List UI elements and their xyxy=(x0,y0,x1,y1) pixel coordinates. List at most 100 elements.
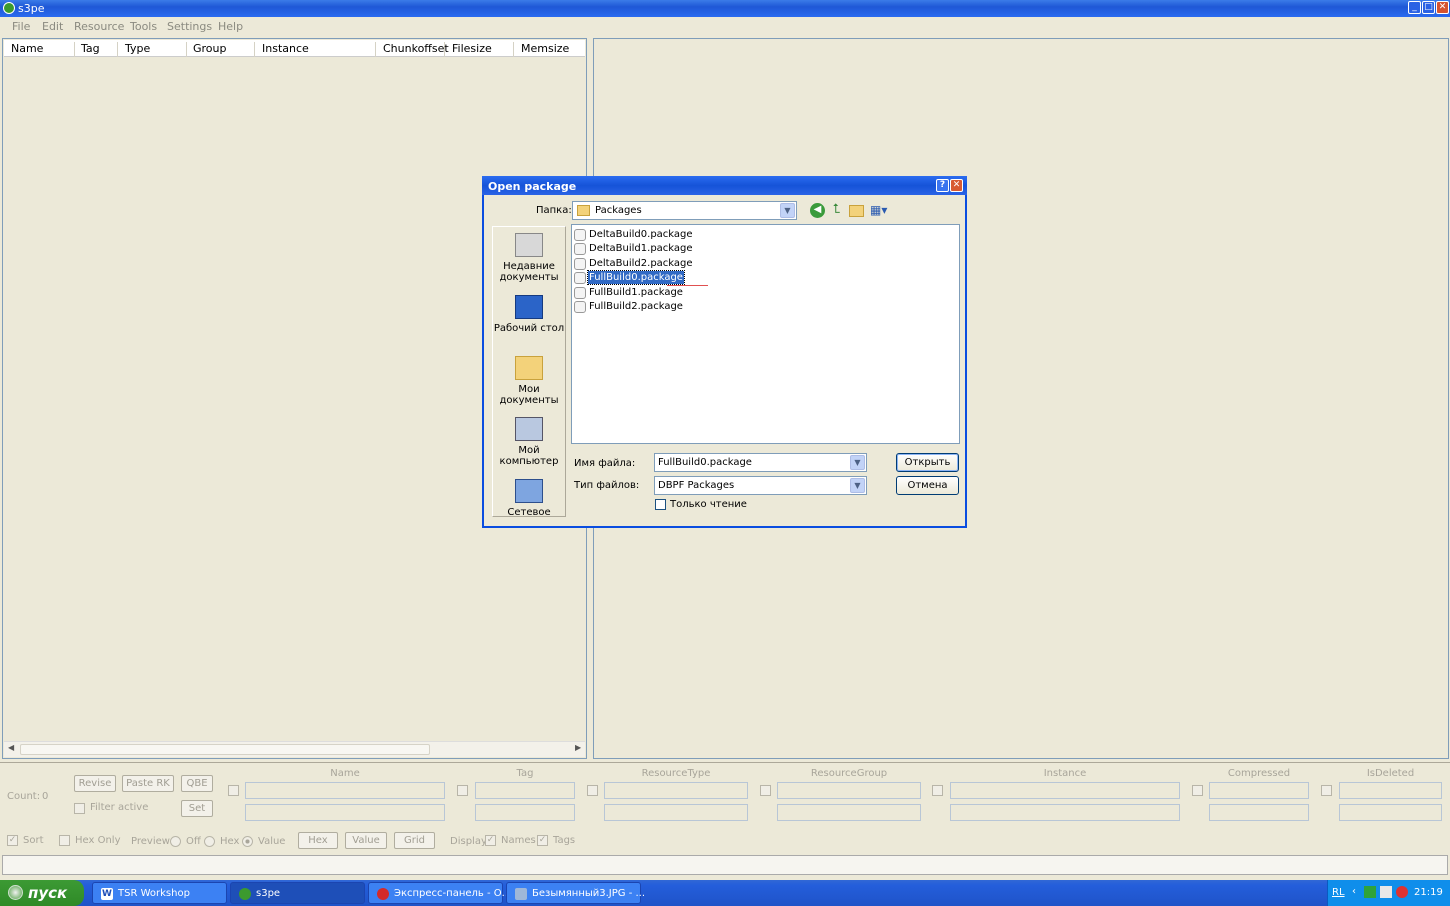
filter-group-checkbox[interactable] xyxy=(760,785,771,796)
col-chunkoffset[interactable]: Chunkoffset xyxy=(383,42,449,57)
col-group[interactable]: Group xyxy=(193,42,255,57)
filter-name-checkbox[interactable] xyxy=(228,785,239,796)
place-network-label: Сетевое xyxy=(507,507,551,518)
filter-group-mask[interactable] xyxy=(777,804,921,821)
filter-name-value[interactable] xyxy=(245,782,445,799)
chevron-down-icon[interactable]: ▼ xyxy=(850,478,865,493)
menu-file[interactable]: File xyxy=(12,20,30,33)
col-memsize[interactable]: Memsize xyxy=(521,42,583,57)
scroll-left-icon[interactable]: ◀ xyxy=(8,743,14,752)
cancel-button[interactable]: Отмена xyxy=(896,476,959,495)
tray-network-icon[interactable] xyxy=(1380,886,1392,898)
task-image-viewer[interactable]: Безымянный3.JPG - ... xyxy=(506,882,645,904)
place-desktop[interactable]: Рабочий стол xyxy=(493,295,565,334)
language-indicator[interactable]: RL xyxy=(1332,887,1345,898)
filter-isdeleted-mask[interactable] xyxy=(1339,804,1442,821)
filter-instance-mask[interactable] xyxy=(950,804,1180,821)
dialog-title-bar: Open package ? ✕ xyxy=(482,176,967,195)
chevron-down-icon[interactable]: ▼ xyxy=(850,455,865,470)
scroll-right-icon[interactable]: ▶ xyxy=(575,743,581,752)
minimize-button[interactable]: _ xyxy=(1408,1,1421,14)
tags-checkbox[interactable]: ✓ xyxy=(537,835,548,846)
tray-expand-icon[interactable]: ‹ xyxy=(1352,886,1356,897)
col-instance[interactable]: Instance xyxy=(262,42,376,57)
filter-active-label: Filter active xyxy=(90,802,149,813)
hex-button[interactable]: Hex xyxy=(298,832,338,849)
place-recent[interactable]: Недавние документы xyxy=(493,233,565,283)
filter-compressed-value[interactable] xyxy=(1209,782,1309,799)
menu-help[interactable]: Help xyxy=(218,20,243,33)
preview-off-radio[interactable] xyxy=(170,836,181,847)
filter-active-checkbox[interactable] xyxy=(74,803,85,814)
col-name[interactable]: Name xyxy=(11,42,75,57)
col-type[interactable]: Type xyxy=(125,42,187,57)
preview-hex-label: Hex xyxy=(220,836,240,847)
set-button[interactable]: Set xyxy=(181,800,213,817)
close-button[interactable]: ✕ xyxy=(1436,1,1449,14)
menu-tools[interactable]: Tools xyxy=(130,20,157,33)
status-progress-bar xyxy=(2,855,1448,875)
place-my-documents[interactable]: Мои документы xyxy=(493,356,565,406)
filter-instance-checkbox[interactable] xyxy=(932,785,943,796)
filename-input[interactable]: FullBuild0.package ▼ xyxy=(654,453,867,472)
hex-only-checkbox[interactable] xyxy=(59,835,70,846)
filter-type-mask[interactable] xyxy=(604,804,748,821)
sort-checkbox[interactable]: ✓ xyxy=(7,835,18,846)
maximize-button[interactable]: □ xyxy=(1422,1,1435,14)
filter-tag-checkbox[interactable] xyxy=(457,785,468,796)
tray-antivirus-icon[interactable] xyxy=(1396,886,1408,898)
view-menu-icon[interactable]: ▦▾ xyxy=(870,203,889,218)
tray-app-icon[interactable] xyxy=(1364,886,1376,898)
new-folder-icon[interactable] xyxy=(849,205,864,217)
preview-hex-radio[interactable] xyxy=(204,836,215,847)
filter-tag-mask[interactable] xyxy=(475,804,575,821)
package-file-icon xyxy=(574,243,586,255)
dialog-close-button[interactable]: ✕ xyxy=(950,179,963,192)
filter-instance-value[interactable] xyxy=(950,782,1180,799)
back-icon[interactable]: ◀ xyxy=(810,203,825,218)
task-label: Экспресс-панель - О... xyxy=(394,888,512,899)
place-network[interactable]: Сетевое xyxy=(493,479,565,518)
file-name: DeltaBuild1.package xyxy=(589,243,693,254)
filter-group-value[interactable] xyxy=(777,782,921,799)
qbe-button[interactable]: QBE xyxy=(181,775,213,792)
menu-settings[interactable]: Settings xyxy=(167,20,212,33)
file-name: FullBuild0.package xyxy=(587,270,685,285)
filter-name-mask[interactable] xyxy=(245,804,445,821)
up-folder-icon[interactable]: ⮤ xyxy=(829,203,844,218)
place-my-computer[interactable]: Мой компьютер xyxy=(493,417,565,467)
filter-isdeleted-value[interactable] xyxy=(1339,782,1442,799)
filter-type-value[interactable] xyxy=(604,782,748,799)
filetype-select[interactable]: DBPF Packages ▼ xyxy=(654,476,867,495)
open-button[interactable]: Открыть xyxy=(896,453,959,472)
revise-button[interactable]: Revise xyxy=(74,775,116,792)
readonly-checkbox[interactable] xyxy=(655,499,666,510)
task-s3pe[interactable]: s3pe xyxy=(230,882,365,904)
folder-combo[interactable]: Packages ▼ xyxy=(572,201,797,220)
horizontal-scrollbar[interactable]: ◀ ▶ xyxy=(4,741,585,757)
filter-tag-value[interactable] xyxy=(475,782,575,799)
filter-isdeleted-checkbox[interactable] xyxy=(1321,785,1332,796)
preview-value-radio[interactable] xyxy=(242,836,253,847)
filter-compressed-checkbox[interactable] xyxy=(1192,785,1203,796)
chevron-down-icon[interactable]: ▼ xyxy=(780,203,795,218)
filter-type-checkbox[interactable] xyxy=(587,785,598,796)
col-tag[interactable]: Tag xyxy=(81,42,118,57)
place-my-computer-label: Мой компьютер xyxy=(499,445,559,467)
file-list[interactable]: DeltaBuild0.package DeltaBuild1.package … xyxy=(571,224,960,444)
clock: 21:19 xyxy=(1414,887,1443,898)
scroll-thumb[interactable] xyxy=(20,744,430,755)
task-tsr-workshop[interactable]: W TSR Workshop xyxy=(92,882,227,904)
menu-resource[interactable]: Resource xyxy=(74,20,124,33)
filter-header-resourcegroup: ResourceGroup xyxy=(810,768,888,779)
task-opera[interactable]: Экспресс-панель - О... xyxy=(368,882,511,904)
grid-button[interactable]: Grid xyxy=(394,832,435,849)
names-checkbox[interactable]: ✓ xyxy=(485,835,496,846)
start-button[interactable]: пуск xyxy=(0,880,84,906)
paste-rk-button[interactable]: Paste RK xyxy=(122,775,174,792)
filter-compressed-mask[interactable] xyxy=(1209,804,1309,821)
value-button[interactable]: Value xyxy=(345,832,387,849)
dialog-help-button[interactable]: ? xyxy=(936,179,949,192)
col-filesize[interactable]: Filesize xyxy=(452,42,514,57)
menu-edit[interactable]: Edit xyxy=(42,20,63,33)
